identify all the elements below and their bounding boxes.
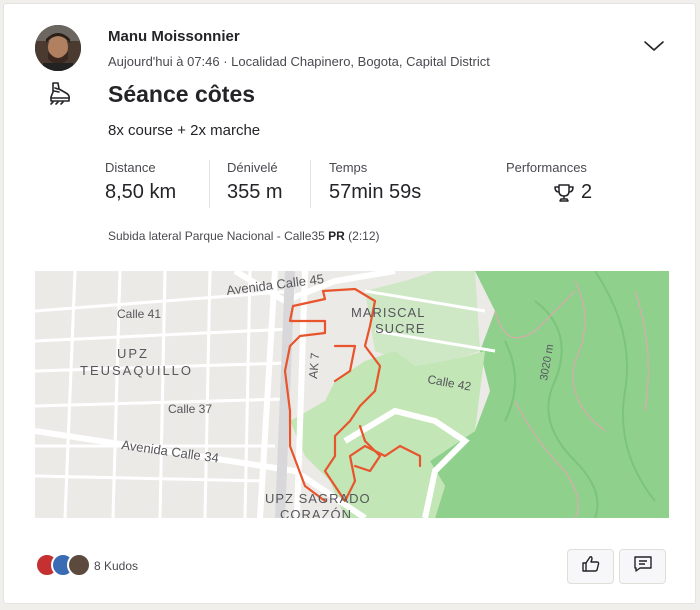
map-label: Calle 37 xyxy=(168,402,212,416)
avatar xyxy=(67,553,91,577)
stat-elevation: Dénivelé 355 m xyxy=(227,160,283,204)
activity-title[interactable]: Séance côtes xyxy=(108,81,255,108)
stat-divider xyxy=(310,160,311,208)
activity-date-location: Aujourd'hui à 07:46 · Localidad Chapiner… xyxy=(108,54,490,69)
stat-label: Performances xyxy=(506,160,587,175)
athlete-name[interactable]: Manu Moissonnier xyxy=(108,28,240,45)
map-label: UPZ xyxy=(117,346,149,361)
performances-count: 2 xyxy=(581,181,593,203)
stat-time: Temps 57min 59s xyxy=(329,160,421,204)
map-label: TEUSAQUILLO xyxy=(80,363,193,378)
athlete-avatar[interactable] xyxy=(35,25,81,71)
stat-distance: Distance 8,50 km xyxy=(105,160,176,204)
segment-time: (2:12) xyxy=(348,229,380,243)
stat-value: 355 m xyxy=(227,181,283,203)
pr-badge: PR xyxy=(328,229,345,243)
stat-label: Distance xyxy=(105,160,156,175)
stat-value: 8,50 km xyxy=(105,181,177,203)
map-label: AK 7 xyxy=(306,352,322,379)
segment-effort[interactable]: Subida lateral Parque Nacional - Calle35… xyxy=(108,229,380,243)
kudos-avatars[interactable] xyxy=(35,553,95,579)
stat-value: 57min 59s xyxy=(329,181,422,203)
route-map[interactable]: Avenida Calle 45 MARISCAL SUCRE Calle 41… xyxy=(35,271,669,518)
trophy-icon xyxy=(553,182,575,204)
thumbs-up-icon xyxy=(581,554,601,579)
map-label: CORAZÓN xyxy=(280,507,352,518)
stat-value: 2 xyxy=(553,181,592,204)
stat-performances: Performances 2 xyxy=(506,160,592,204)
stat-label: Temps xyxy=(329,160,368,175)
map-label: MARISCAL xyxy=(351,305,425,320)
map-label: UPZ SAGRADO xyxy=(265,491,371,506)
segment-name: Subida lateral Parque Nacional - Calle35 xyxy=(108,229,325,243)
comment-icon xyxy=(633,554,653,579)
kudos-count[interactable]: 8 Kudos xyxy=(94,559,138,573)
activity-description: 8x course + 2x marche xyxy=(108,122,261,139)
hiking-boot-icon xyxy=(47,80,73,106)
kudos-button[interactable] xyxy=(567,549,614,584)
activity-card: Manu Moissonnier Aujourd'hui à 07:46 · L… xyxy=(3,3,696,604)
map-label: Calle 41 xyxy=(117,307,161,321)
comment-button[interactable] xyxy=(619,549,666,584)
chevron-down-icon[interactable] xyxy=(642,34,666,58)
map-label: SUCRE xyxy=(375,321,426,336)
stat-divider xyxy=(209,160,210,208)
stat-label: Dénivelé xyxy=(227,160,278,175)
